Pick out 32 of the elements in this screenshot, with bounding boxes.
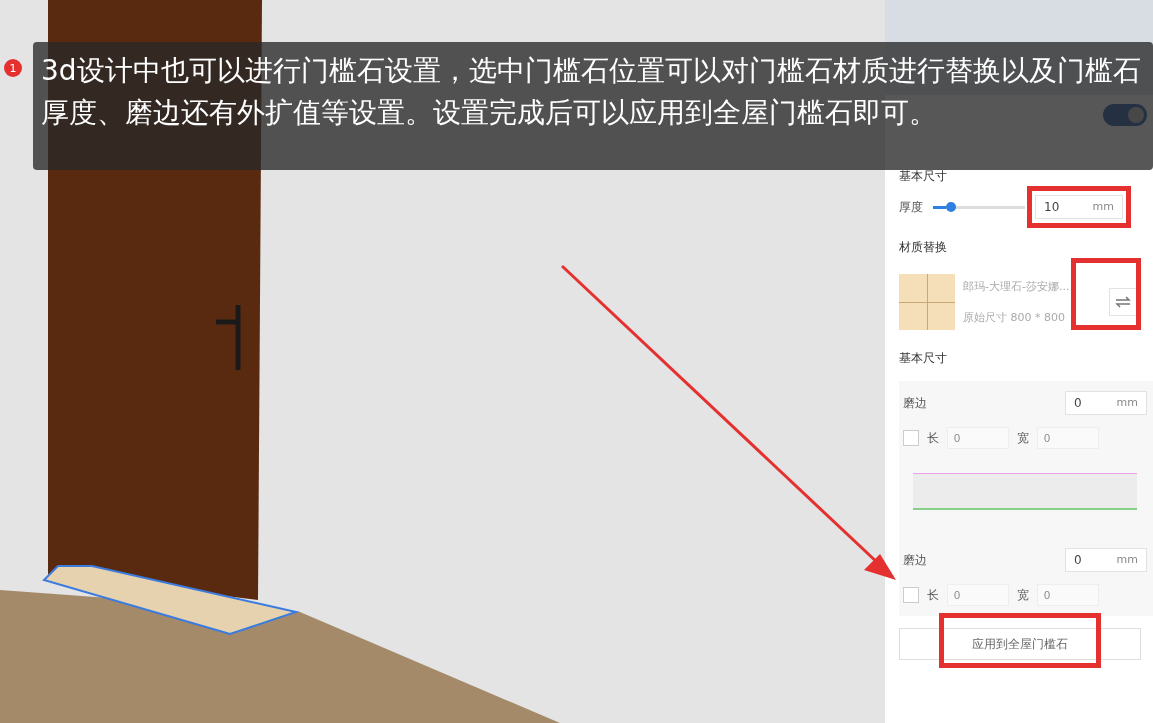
checkbox[interactable]: [903, 587, 919, 603]
length-field[interactable]: 0: [947, 584, 1009, 606]
width-field[interactable]: 0: [1037, 427, 1099, 449]
edge-label: 磨边: [903, 551, 927, 569]
edge-field[interactable]: 0 mm: [1065, 548, 1147, 572]
width-label: 宽: [1017, 429, 1029, 447]
slider-thumb[interactable]: [946, 201, 957, 212]
thickness-field[interactable]: 10 mm: [1035, 195, 1123, 219]
swap-arrows-icon: [1115, 296, 1131, 308]
apply-button[interactable]: 应用到全屋门槛石: [899, 628, 1141, 660]
slider-fill[interactable]: [933, 205, 947, 209]
checkbox[interactable]: [903, 430, 919, 446]
section-heading: 材质替换: [899, 239, 948, 256]
thickness-label: 厚度: [899, 198, 923, 216]
replace-button[interactable]: [1109, 288, 1137, 316]
door-handle-icon: [213, 302, 241, 373]
length-field[interactable]: 0: [947, 427, 1009, 449]
threshold-stone[interactable]: [42, 565, 300, 636]
section-heading: 基本尺寸: [899, 168, 948, 185]
section-heading: 基本尺寸: [899, 350, 948, 367]
edge-label: 磨边: [903, 394, 927, 412]
material-name: 郎玛-大理石-莎安娜...: [963, 279, 1071, 294]
width-field[interactable]: 0: [1037, 584, 1099, 606]
length-label: 长: [927, 429, 939, 447]
annotation-text: 3d设计中也可以进行门槛石设置，选中门槛石位置可以对门槛石材质进行替换以及门槛石厚度、磨边还有外扩值等设置。设置完成后可以应用到全屋门槛石即可。: [41, 53, 1142, 131]
width-label: 宽: [1017, 586, 1029, 604]
material-swatch[interactable]: [899, 274, 955, 330]
slider-track[interactable]: [933, 205, 1025, 209]
edge-field[interactable]: 0 mm: [1065, 391, 1147, 415]
material-size: 原始尺寸 800 * 800: [963, 310, 1066, 325]
length-label: 长: [927, 586, 939, 604]
highlight-frame: [1071, 258, 1141, 330]
